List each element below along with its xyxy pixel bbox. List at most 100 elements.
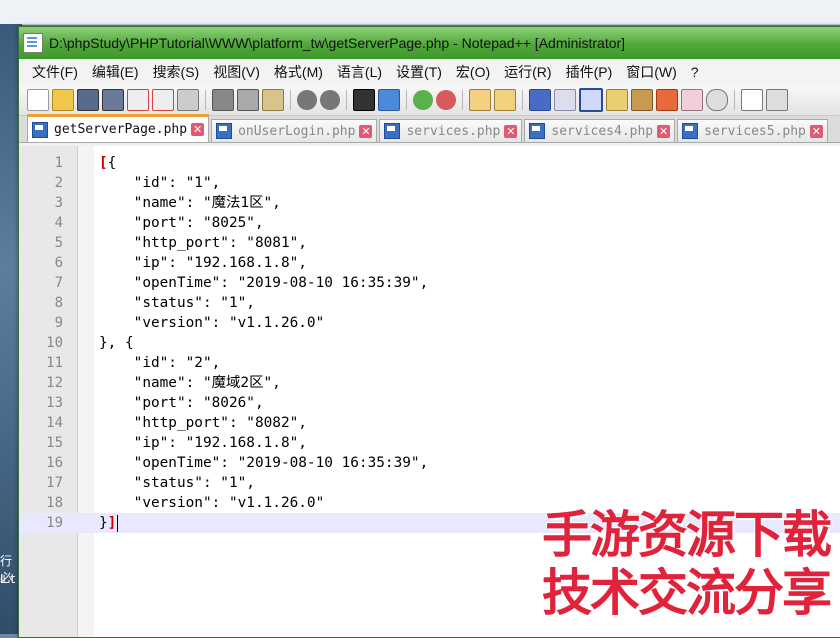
code-line[interactable]: 11 "id": "2", <box>19 353 840 373</box>
toolbar-separator <box>205 90 206 110</box>
menu-settings[interactable]: 设置(T) <box>389 62 449 82</box>
stop-macro-icon[interactable] <box>766 89 788 111</box>
line-number: 7 <box>54 275 63 291</box>
tab-services4[interactable]: services4.php ✕ <box>524 119 676 142</box>
tab-onuserlogin[interactable]: onUserLogin.php ✕ <box>211 119 378 142</box>
tab-bar: getServerPage.php ✕ onUserLogin.php ✕ se… <box>19 114 840 143</box>
eye-icon[interactable] <box>706 89 728 111</box>
code-line[interactable]: 15 "ip": "192.168.1.8", <box>19 433 840 453</box>
menu-help[interactable]: ? <box>684 64 706 80</box>
code-line[interactable]: 16 "openTime": "2019-08-10 16:35:39", <box>19 453 840 473</box>
find-icon[interactable] <box>353 89 375 111</box>
close-file-icon[interactable] <box>127 89 149 111</box>
line-number: 8 <box>54 295 63 311</box>
line-number: 13 <box>46 395 63 411</box>
code-text: "openTime": "2019-08-10 16:35:39", <box>99 455 429 471</box>
record-macro-icon[interactable] <box>741 89 763 111</box>
print-icon[interactable] <box>177 89 199 111</box>
code-text: "status": "1", <box>99 475 255 491</box>
close-icon[interactable]: ✕ <box>657 124 671 138</box>
code-line[interactable]: 5 "http_port": "8081", <box>19 233 840 253</box>
close-all-icon[interactable] <box>152 89 174 111</box>
code-line[interactable]: 17 "status": "1", <box>19 473 840 493</box>
undo-icon[interactable] <box>297 90 317 110</box>
new-file-icon[interactable] <box>27 89 49 111</box>
menu-macro[interactable]: 宏(O) <box>449 62 497 82</box>
title-bar[interactable]: D:\phpStudy\PHPTutorial\WWW\platform_tw\… <box>19 27 840 59</box>
code-line[interactable]: 1 [{ <box>19 153 840 173</box>
paste-icon[interactable] <box>262 89 284 111</box>
code-line[interactable]: 10}, { <box>19 333 840 353</box>
folder-workspace-icon[interactable] <box>656 89 678 111</box>
zoom-in-icon[interactable] <box>413 90 433 110</box>
zoom-out-icon[interactable] <box>436 90 456 110</box>
code-text: "ip": "192.168.1.8", <box>99 255 307 271</box>
doc-map-icon[interactable] <box>606 89 628 111</box>
close-icon[interactable]: ✕ <box>359 124 373 138</box>
tab-services[interactable]: services.php ✕ <box>379 119 523 142</box>
code-text: "http_port": "8082", <box>99 415 307 431</box>
code-line[interactable]: 3 "name": "魔法1区", <box>19 193 840 213</box>
code-line[interactable]: 6 "ip": "192.168.1.8", <box>19 253 840 273</box>
code-line[interactable]: 2 "id": "1", <box>19 173 840 193</box>
toolbar-separator <box>290 90 291 110</box>
sync-vertical-icon[interactable] <box>469 89 491 111</box>
line-number: 1 <box>54 155 63 171</box>
tab-getserverpage[interactable]: getServerPage.php ✕ <box>27 114 210 142</box>
show-all-chars-icon[interactable] <box>554 89 576 111</box>
save-icon[interactable] <box>77 89 99 111</box>
code-text: "http_port": "8081", <box>99 235 307 251</box>
menu-run[interactable]: 运行(R) <box>497 62 558 82</box>
code-text: "port": "8025", <box>99 215 264 231</box>
replace-icon[interactable] <box>378 89 400 111</box>
line-number: 9 <box>54 315 63 331</box>
copy-icon[interactable] <box>237 89 259 111</box>
code-text: }] <box>99 514 119 532</box>
menu-language[interactable]: 语言(L) <box>330 62 389 82</box>
code-line[interactable]: 4 "port": "8025", <box>19 213 840 233</box>
word-wrap-icon[interactable] <box>529 89 551 111</box>
line-number: 19 <box>46 515 63 531</box>
menu-plugins[interactable]: 插件(P) <box>559 62 620 82</box>
code-line[interactable]: 7 "openTime": "2019-08-10 16:35:39", <box>19 273 840 293</box>
menu-file[interactable]: 文件(F) <box>25 62 85 82</box>
cut-icon[interactable] <box>212 89 234 111</box>
watermark-line2: 技术交流分享 <box>542 564 832 622</box>
tab-label: services.php <box>406 123 501 139</box>
code-line[interactable]: 8 "status": "1", <box>19 293 840 313</box>
close-icon[interactable]: ✕ <box>504 124 518 138</box>
redo-icon[interactable] <box>320 90 340 110</box>
menu-search[interactable]: 搜索(S) <box>146 62 207 82</box>
file-save-icon <box>682 123 699 139</box>
background-explorer-bar <box>0 0 840 25</box>
function-list-icon[interactable] <box>631 89 653 111</box>
line-number: 14 <box>46 415 63 431</box>
text-cursor <box>117 514 119 532</box>
close-icon[interactable]: ✕ <box>809 124 823 138</box>
close-icon[interactable]: ✕ <box>191 123 205 136</box>
line-number: 2 <box>54 175 63 191</box>
file-save-icon <box>216 123 233 139</box>
code-line[interactable]: 14 "http_port": "8082", <box>19 413 840 433</box>
code-text: "status": "1", <box>99 295 255 311</box>
save-all-icon[interactable] <box>102 89 124 111</box>
tab-services5[interactable]: services5.php ✕ <box>677 119 828 142</box>
code-text: "version": "v1.1.26.0" <box>99 315 325 331</box>
menu-bar: 文件(F) 编辑(E) 搜索(S) 视图(V) 格式(M) 语言(L) 设置(T… <box>19 59 840 85</box>
background-text: L.t <box>0 572 16 586</box>
menu-view[interactable]: 视图(V) <box>206 62 267 82</box>
sync-horizontal-icon[interactable] <box>494 89 516 111</box>
menu-edit[interactable]: 编辑(E) <box>85 62 146 82</box>
tab-label: getServerPage.php <box>54 122 188 137</box>
code-line[interactable]: 9 "version": "v1.1.26.0" <box>19 313 840 333</box>
file-save-icon <box>32 121 48 138</box>
open-file-icon[interactable] <box>52 89 74 111</box>
indent-guide-icon[interactable] <box>579 88 603 112</box>
watermark: 手游资源下载 技术交流分享 <box>538 505 838 630</box>
code-line[interactable]: 13 "port": "8026", <box>19 393 840 413</box>
menu-format[interactable]: 格式(M) <box>267 62 330 82</box>
monitor-icon[interactable] <box>681 89 703 111</box>
code-line[interactable]: 12 "name": "魔域2区", <box>19 373 840 393</box>
menu-window[interactable]: 窗口(W) <box>619 62 684 82</box>
code-text: "id": "1", <box>99 175 221 191</box>
